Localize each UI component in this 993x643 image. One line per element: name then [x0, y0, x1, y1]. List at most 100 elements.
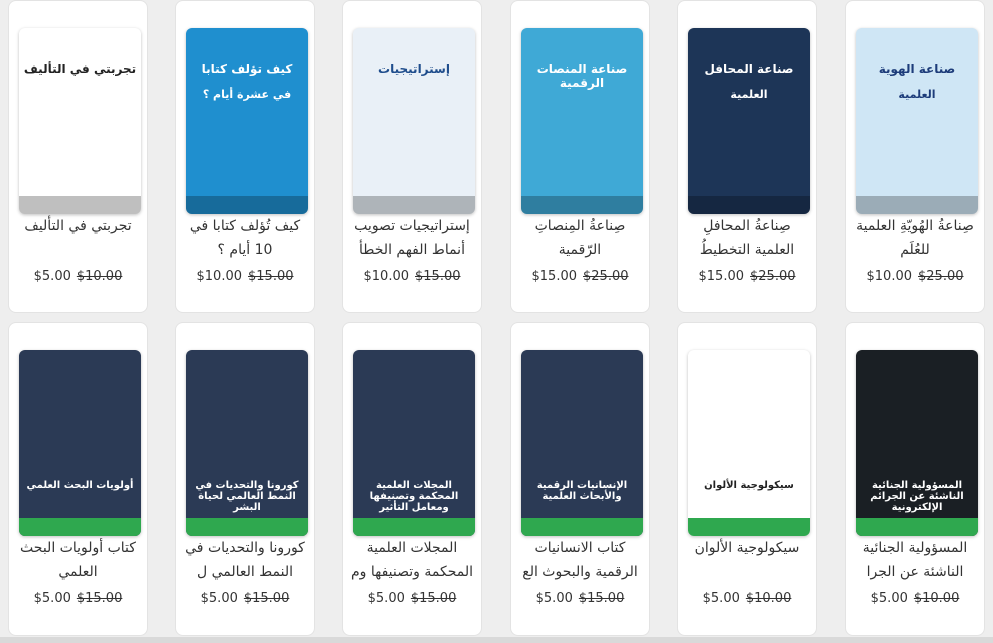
cover-subtitle-text: سيكولوجية الألوان [704, 480, 794, 491]
book-cover-image[interactable]: المسؤولية الجنائية الناشئة عن الجرائم ال… [856, 350, 978, 536]
book-cover-image[interactable]: صناعة المنصات الرقمية [521, 28, 643, 214]
cover-subtitle-text: المجلات العلمية المحكمة وتصنيفها ومعامل … [369, 480, 459, 513]
cover-title-text: صناعة المنصات الرقمية [536, 62, 628, 90]
product-title-link[interactable]: إستراتيجيات تصويب أنماط الفهم الخطأ [347, 214, 477, 262]
book-cover-image[interactable]: كورونا والتحديات في النمط العالمي لحياة … [186, 350, 308, 536]
product-card[interactable]: صناعة المنصات الرقمية صِناعةُ المِنصاتِ ا… [510, 0, 650, 313]
cover-decor-band [353, 196, 475, 214]
product-card[interactable]: المجلات العلمية المحكمة وتصنيفها ومعامل … [342, 322, 482, 636]
price-row: $15.00 $25.00 [678, 269, 816, 284]
product-title-link[interactable]: صِناعةُ المِنصاتِ الرّقمية [515, 214, 645, 262]
price-row: $5.00 $15.00 [9, 591, 147, 606]
cover-decor-band [186, 196, 308, 214]
price-row: $15.00 $25.00 [511, 269, 649, 284]
product-card[interactable]: صناعة المحافل العلمية صِناعةُ المحافلِ الع… [677, 0, 817, 313]
cover-subtitle-text: الإنسانيات الرقمية والأبحاث العلمية [536, 480, 628, 502]
sale-price: $10.00 [196, 269, 243, 284]
price-row: $5.00 $10.00 [678, 591, 816, 606]
original-price: $15.00 [410, 591, 457, 606]
price-row: $5.00 $10.00 [846, 591, 984, 606]
original-price: $15.00 [415, 269, 461, 284]
cover-subtitle-text: أولويات البحث العلمي [26, 480, 134, 491]
product-card[interactable]: سيكولوجية الألوان سيكولوجية الألوان $5.00 $… [677, 322, 817, 636]
price-row: $10.00 $25.00 [846, 269, 984, 284]
cover-subtitle-text: في عشرة أيام ؟ [202, 88, 292, 101]
sale-price: $15.00 [698, 269, 745, 284]
original-price: $25.00 [750, 269, 796, 284]
price-row: $5.00 $15.00 [511, 591, 649, 606]
original-price: $15.00 [76, 591, 123, 606]
original-price: $10.00 [76, 269, 123, 284]
cover-decor-band [19, 518, 141, 536]
original-price: $15.00 [248, 269, 294, 284]
price-row: $5.00 $15.00 [176, 591, 314, 606]
price-row: $10.00 $15.00 [343, 269, 481, 284]
product-card[interactable]: إستراتيجيات إستراتيجيات تصويب أنماط الفهم… [342, 0, 482, 313]
book-cover-image[interactable]: الإنسانيات الرقمية والأبحاث العلمية [521, 350, 643, 536]
product-card[interactable]: المسؤولية الجنائية الناشئة عن الجرائم ال… [845, 322, 985, 636]
product-card[interactable]: أولويات البحث العلمي كتاب أولويات البحث ا… [8, 322, 148, 636]
cover-decor-band [856, 196, 978, 214]
product-title-link[interactable]: صِناعةُ الهُويّةِ العلمية للعُلَم [850, 214, 980, 262]
cover-title-text: صناعة الهوية [878, 62, 956, 76]
cover-title-text: تجربتي في التأليف [23, 62, 137, 76]
book-cover-image[interactable]: سيكولوجية الألوان [688, 350, 810, 536]
cover-decor-band [688, 196, 810, 214]
cover-subtitle-text: كورونا والتحديات في النمط العالمي لحياة … [195, 480, 299, 513]
cover-decor-band [186, 518, 308, 536]
price-row: $5.00 $10.00 [9, 269, 147, 284]
original-price: $10.00 [745, 591, 792, 606]
sale-price: $5.00 [535, 591, 573, 606]
product-title-link[interactable]: سيكولوجية الألوان [682, 536, 812, 584]
product-title-link[interactable]: تجربتي في التأليف [13, 214, 143, 262]
sale-price: $5.00 [367, 591, 405, 606]
product-title-link[interactable]: كيف تُؤلف كتابا في 10 أيام ؟ [180, 214, 310, 262]
sale-price: $5.00 [870, 591, 908, 606]
original-price: $15.00 [578, 591, 625, 606]
book-cover-image[interactable]: تجربتي في التأليف [19, 28, 141, 214]
product-card[interactable]: صناعة الهوية العلمية صِناعةُ الهُويّةِ الع… [845, 0, 985, 313]
cover-decor-band [856, 518, 978, 536]
cover-subtitle-text: العلمية [730, 88, 768, 101]
sale-price: $10.00 [363, 269, 410, 284]
sale-price: $5.00 [33, 591, 71, 606]
cover-subtitle-text: العلمية [898, 88, 936, 101]
cover-subtitle-text: المسؤولية الجنائية الناشئة عن الجرائم ال… [870, 480, 964, 513]
book-cover-image[interactable]: إستراتيجيات [353, 28, 475, 214]
book-cover-image[interactable]: المجلات العلمية المحكمة وتصنيفها ومعامل … [353, 350, 475, 536]
product-title-link[interactable]: كورونا والتحديات في النمط العالمي ل [180, 536, 310, 584]
product-title-link[interactable]: المجلات العلمية المحكمة وتصنيفها وم [347, 536, 477, 584]
product-title-link[interactable]: كتاب الانسانيات الرقمية والبحوث الع [515, 536, 645, 584]
product-card[interactable]: تجربتي في التأليف تجربتي في التأليف $5.00 $… [8, 0, 148, 313]
product-title-link[interactable]: كتاب أولويات البحث العلمي [13, 536, 143, 584]
cover-title-text: صناعة المحافل [704, 62, 794, 76]
sale-price: $5.00 [702, 591, 740, 606]
book-cover-image[interactable]: صناعة المحافل العلمية [688, 28, 810, 214]
original-price: $25.00 [918, 269, 964, 284]
product-card[interactable]: كيف تؤلف كتابا في عشرة أيام ؟ كيف تُؤلف كت… [175, 0, 315, 313]
original-price: $15.00 [243, 591, 290, 606]
price-row: $10.00 $15.00 [176, 269, 314, 284]
price-row: $5.00 $15.00 [343, 591, 481, 606]
cover-decor-band [521, 196, 643, 214]
cover-title-text: إستراتيجيات [378, 62, 450, 76]
product-card[interactable]: كورونا والتحديات في النمط العالمي لحياة … [175, 322, 315, 636]
page-bottom-border [0, 637, 993, 643]
book-cover-image[interactable]: صناعة الهوية العلمية [856, 28, 978, 214]
sale-price: $5.00 [33, 269, 71, 284]
book-cover-image[interactable]: كيف تؤلف كتابا في عشرة أيام ؟ [186, 28, 308, 214]
sale-price: $5.00 [200, 591, 238, 606]
sale-price: $10.00 [866, 269, 913, 284]
product-title-link[interactable]: المسؤولية الجنائية الناشئة عن الجرا [850, 536, 980, 584]
cover-decor-band [688, 518, 810, 536]
cover-decor-band [353, 518, 475, 536]
cover-decor-band [521, 518, 643, 536]
cover-title-text: كيف تؤلف كتابا [201, 62, 293, 76]
product-title-link[interactable]: صِناعةُ المحافلِ العلمية التخطيطُ [682, 214, 812, 262]
original-price: $25.00 [583, 269, 629, 284]
original-price: $10.00 [913, 591, 960, 606]
book-cover-image[interactable]: أولويات البحث العلمي [19, 350, 141, 536]
sale-price: $15.00 [531, 269, 578, 284]
cover-decor-band [19, 196, 141, 214]
product-card[interactable]: الإنسانيات الرقمية والأبحاث العلمية كتاب … [510, 322, 650, 636]
